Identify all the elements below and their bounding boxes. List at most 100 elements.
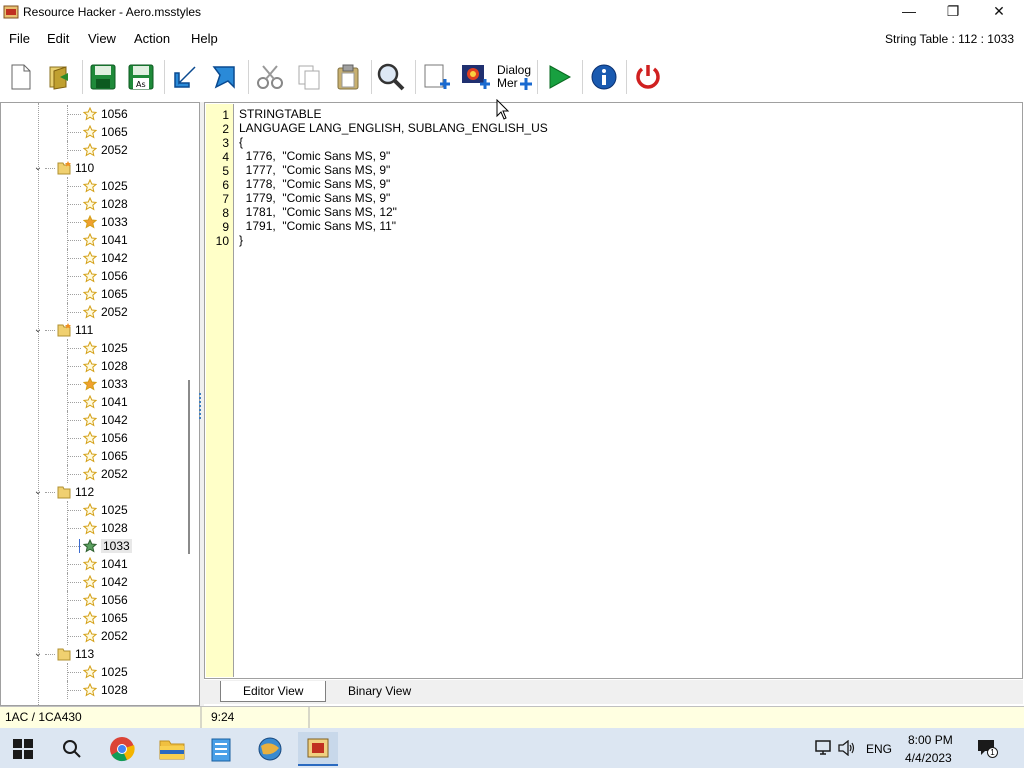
tree-node-label: 1025 bbox=[101, 179, 128, 193]
add-image-resource-button[interactable] bbox=[460, 60, 492, 94]
taskbar-search-button[interactable] bbox=[52, 732, 92, 766]
minimize-button[interactable]: — bbox=[886, 0, 932, 24]
notification-center-button[interactable]: 1 bbox=[976, 738, 998, 758]
open-file-button[interactable] bbox=[44, 60, 76, 94]
taskbar-resource-hacker[interactable] bbox=[298, 732, 338, 766]
code-line[interactable]: 1776, "Comic Sans MS, 9" bbox=[239, 149, 391, 163]
tree-folder-node[interactable]: 112 bbox=[57, 483, 94, 501]
paste-button[interactable] bbox=[332, 60, 364, 94]
tree-language-node[interactable]: 1028 bbox=[83, 357, 128, 375]
tree-language-node[interactable]: 1025 bbox=[83, 177, 128, 195]
code-line[interactable]: 1779, "Comic Sans MS, 9" bbox=[239, 191, 391, 205]
tree-language-node[interactable]: 1041 bbox=[83, 555, 128, 573]
tree-language-node[interactable]: 1065 bbox=[83, 609, 128, 627]
run-script-button[interactable] bbox=[543, 60, 575, 94]
tree-language-node[interactable]: 1065 bbox=[83, 447, 128, 465]
tree-language-node[interactable]: 2052 bbox=[83, 465, 128, 483]
tab-binary-view[interactable]: Binary View bbox=[326, 681, 433, 702]
code-line[interactable]: LANGUAGE LANG_ENGLISH, SUBLANG_ENGLISH_U… bbox=[239, 121, 548, 135]
tree-language-node[interactable]: 1042 bbox=[83, 249, 128, 267]
tree-language-node[interactable]: 1033 bbox=[83, 375, 128, 393]
code-line[interactable]: 1777, "Comic Sans MS, 9" bbox=[239, 163, 391, 177]
code-line[interactable]: { bbox=[239, 135, 243, 149]
tree-folder-node[interactable]: 111 bbox=[57, 321, 93, 339]
tree-language-node[interactable]: 1028 bbox=[83, 519, 128, 537]
code-line[interactable]: STRINGTABLE bbox=[239, 107, 321, 121]
tree-node-label: 1028 bbox=[101, 521, 128, 535]
tree-language-node[interactable]: 1056 bbox=[83, 267, 128, 285]
add-blank-resource-button[interactable] bbox=[421, 60, 453, 94]
save-button[interactable] bbox=[87, 60, 119, 94]
code-line[interactable]: } bbox=[239, 233, 243, 247]
new-file-button[interactable] bbox=[5, 60, 37, 94]
tab-editor-view[interactable]: Editor View bbox=[220, 681, 327, 702]
tree-language-node[interactable]: 1041 bbox=[83, 231, 128, 249]
tree-scrollbar[interactable] bbox=[188, 380, 190, 554]
menu-file[interactable]: File bbox=[9, 31, 30, 46]
exit-button[interactable] bbox=[632, 60, 664, 94]
tree-language-node[interactable]: 1033 bbox=[83, 213, 128, 231]
maximize-button[interactable]: ❐ bbox=[930, 0, 976, 24]
tree-connector bbox=[67, 411, 68, 429]
line-number: 4 bbox=[222, 150, 229, 164]
about-button[interactable] bbox=[588, 60, 620, 94]
script-editor[interactable]: 1 2 3 4 5 6 7 8 9 10 STRINGTABLE LANGUAGE LANG_ENG… bbox=[204, 102, 1023, 679]
start-button[interactable] bbox=[3, 732, 43, 766]
tree-folder-node[interactable]: 113 bbox=[57, 645, 94, 663]
save-as-disk-icon: As bbox=[128, 64, 154, 90]
resource-tree[interactable]: 1056 1065 2052 ⌄ 110 1025 1028 1033 1041 1042 1056… bbox=[0, 102, 200, 706]
code-line[interactable]: 1791, "Comic Sans MS, 11" bbox=[239, 219, 396, 233]
tree-language-node[interactable]: 1028 bbox=[83, 195, 128, 213]
close-button[interactable]: ✕ bbox=[976, 0, 1022, 24]
tree-language-node[interactable]: 1065 bbox=[83, 285, 128, 303]
menu-edit[interactable]: Edit bbox=[47, 31, 69, 46]
tree-language-node[interactable]: 1042 bbox=[83, 411, 128, 429]
tree-language-node[interactable]: 1025 bbox=[83, 501, 128, 519]
tree-language-node[interactable]: 1042 bbox=[83, 573, 128, 591]
tree-node-label: 1042 bbox=[101, 575, 128, 589]
tree-language-node[interactable]: 1056 bbox=[83, 105, 128, 123]
tree-language-node[interactable]: 1028 bbox=[83, 681, 128, 699]
clock-date[interactable]: 4/4/2023 bbox=[905, 751, 952, 765]
menu-action[interactable]: Action bbox=[134, 31, 170, 46]
tree-language-node[interactable]: 2052 bbox=[83, 141, 128, 159]
tree-connector bbox=[67, 114, 81, 115]
menu-help[interactable]: Help bbox=[191, 31, 218, 46]
line-number: 10 bbox=[215, 234, 229, 248]
tree-connector bbox=[67, 249, 68, 267]
forward-button[interactable] bbox=[208, 60, 240, 94]
tree-node-label: 1028 bbox=[101, 359, 128, 373]
volume-icon[interactable] bbox=[838, 740, 856, 756]
taskbar-app-globe[interactable] bbox=[250, 732, 290, 766]
tree-language-node[interactable]: 1065 bbox=[83, 123, 128, 141]
clock-time[interactable]: 8:00 PM bbox=[908, 733, 953, 747]
menu-bar: File Edit View Action Help String Table … bbox=[0, 28, 1024, 50]
tree-language-node[interactable]: 1056 bbox=[83, 429, 128, 447]
tree-language-node[interactable]: 1056 bbox=[83, 591, 128, 609]
tree-language-node[interactable]: 1033 bbox=[79, 537, 132, 555]
tree-language-node[interactable]: 2052 bbox=[83, 627, 128, 645]
tree-language-node[interactable]: 2052 bbox=[83, 303, 128, 321]
network-icon[interactable] bbox=[815, 740, 833, 756]
taskbar-notepad[interactable] bbox=[201, 732, 241, 766]
save-as-button[interactable]: As bbox=[125, 60, 157, 94]
code-line[interactable]: 1781, "Comic Sans MS, 12" bbox=[239, 205, 397, 219]
code-line[interactable]: 1778, "Comic Sans MS, 9" bbox=[239, 177, 391, 191]
tree-connector bbox=[67, 627, 68, 645]
tree-folder-node[interactable]: 110 bbox=[57, 159, 94, 177]
dialog-menu-label-line2: Mer bbox=[497, 76, 518, 90]
cut-button[interactable] bbox=[254, 60, 286, 94]
dialog-menu-button[interactable]: Dialog Mer bbox=[497, 60, 533, 94]
tree-language-node[interactable]: 1025 bbox=[83, 663, 128, 681]
menu-view[interactable]: View bbox=[88, 31, 116, 46]
taskbar-chrome[interactable] bbox=[102, 732, 142, 766]
tree-language-node[interactable]: 1025 bbox=[83, 339, 128, 357]
mouse-cursor-icon bbox=[496, 99, 510, 120]
taskbar-file-explorer[interactable] bbox=[152, 732, 192, 766]
back-button[interactable] bbox=[169, 60, 201, 94]
tree-language-node[interactable]: 1041 bbox=[83, 393, 128, 411]
copy-button[interactable] bbox=[293, 60, 325, 94]
splitter-grip[interactable] bbox=[199, 393, 203, 419]
find-button[interactable] bbox=[375, 60, 407, 94]
language-indicator[interactable]: ENG bbox=[866, 742, 892, 756]
